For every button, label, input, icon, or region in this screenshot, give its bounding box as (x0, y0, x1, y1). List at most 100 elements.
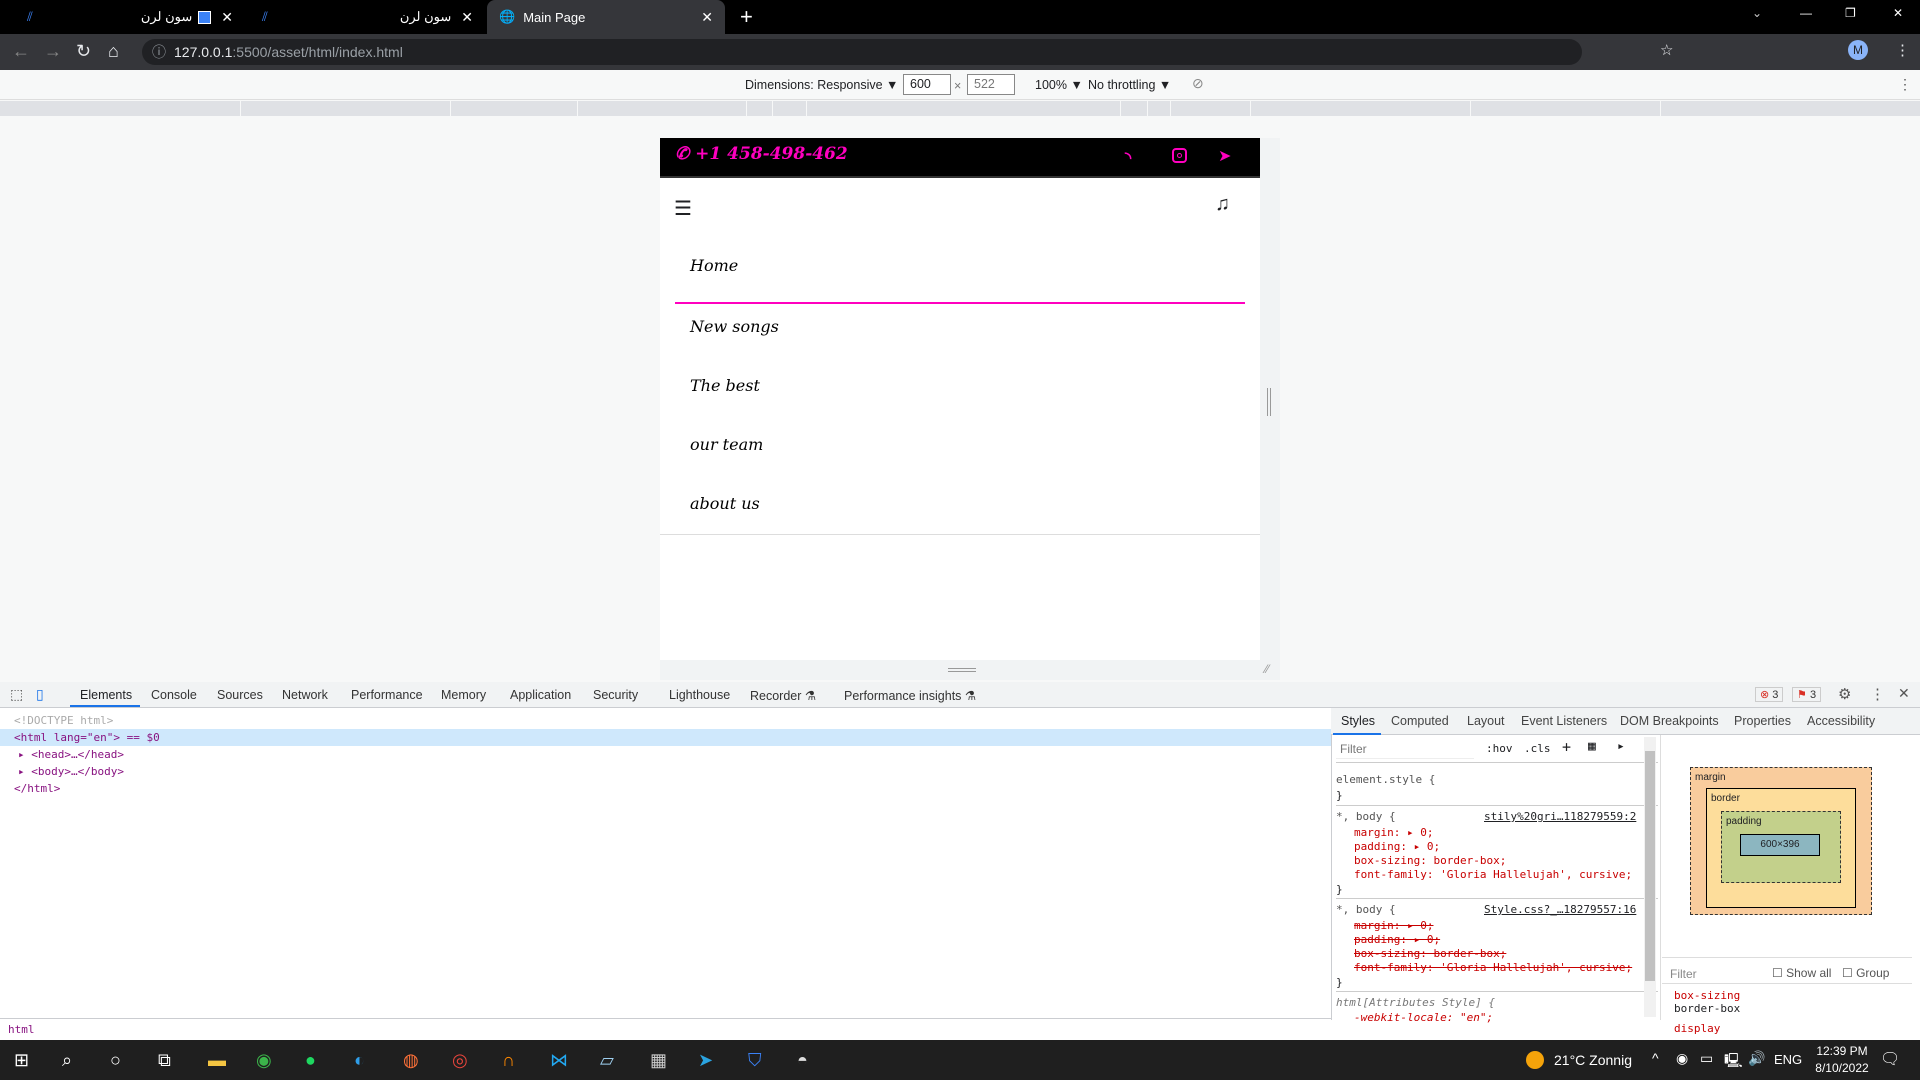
browser-tab-active[interactable]: 🌐 Main Page ✕ (487, 0, 725, 34)
throttling-select[interactable]: No throttling ▼ (1088, 78, 1171, 92)
hamburger-menu-icon[interactable]: ☰ (674, 196, 692, 221)
tab-search-icon[interactable]: ⌄ (1752, 6, 1762, 20)
new-tab-button[interactable]: + (740, 4, 753, 30)
tab-elements[interactable]: Elements (80, 688, 132, 702)
reload-icon[interactable]: ↻ (76, 40, 91, 62)
bookmark-star-icon[interactable]: ☆ (1660, 40, 1673, 62)
edge-icon[interactable]: ◐ (354, 1050, 365, 1071)
nav-home[interactable]: Home (690, 256, 738, 275)
settings-gear-icon[interactable]: ⚙ (1838, 685, 1851, 703)
phone-number[interactable]: ✆ +1 458-498-462 (675, 144, 848, 164)
nav-new-songs[interactable]: New songs (690, 317, 779, 336)
tab-console[interactable]: Console (151, 688, 197, 702)
tab-application[interactable]: Application (510, 688, 571, 702)
record-icon[interactable]: ◉ (1676, 1050, 1688, 1067)
cls-toggle[interactable]: .cls (1524, 742, 1551, 755)
resize-corner-icon[interactable]: ⁄⁄ (1265, 662, 1269, 676)
file-explorer-icon[interactable]: ▬ (208, 1050, 226, 1071)
telegram-icon[interactable]: ➤ (1218, 146, 1231, 166)
error-count-badge[interactable]: ⊗ 3 (1755, 687, 1784, 702)
dom-node-html[interactable]: <html lang="en"> == $0 (14, 729, 160, 746)
zoom-select[interactable]: 100% ▼ (1035, 78, 1083, 92)
calculator-icon[interactable]: ▦ (650, 1050, 667, 1071)
rotate-icon[interactable]: ⊘ (1192, 75, 1204, 92)
breadcrumb-html[interactable]: html (8, 1023, 35, 1036)
language-indicator[interactable]: ENG (1774, 1052, 1802, 1067)
restore-icon[interactable]: ❐ (1845, 6, 1856, 20)
menu-icon[interactable]: ⋮ (1895, 40, 1910, 62)
browser-tab[interactable]: ⫽ سون لرن ✕ (250, 0, 485, 34)
styles-filter-input[interactable]: Filter (1336, 739, 1474, 759)
dom-node-head[interactable]: ▸ <head>…</head> (18, 746, 124, 763)
paint-icon[interactable]: ▦ (1588, 739, 1596, 754)
clock-date[interactable]: 8/10/2022 (1808, 1061, 1876, 1075)
tab-dom-breakpoints[interactable]: DOM Breakpoints (1620, 714, 1719, 728)
tab-computed[interactable]: Computed (1391, 714, 1449, 728)
address-bar[interactable]: ⓘ 127.0.0.1:5500/asset/html/index.html (142, 39, 1582, 65)
app-icon[interactable]: ∩ (502, 1050, 515, 1071)
tab-sources[interactable]: Sources (217, 688, 263, 702)
rule-source-link[interactable]: stily%20gri…118279559:2 (1484, 808, 1636, 825)
tab-styles[interactable]: Styles (1341, 714, 1375, 728)
rss-icon[interactable]: ◝ (1125, 148, 1131, 168)
group-checkbox[interactable]: ☐ Group (1842, 966, 1889, 980)
close-window-icon[interactable]: ✕ (1893, 6, 1903, 20)
camera-icon[interactable]: ▭ (1700, 1050, 1713, 1067)
search-icon[interactable]: ⌕ (62, 1050, 72, 1071)
tab-layout[interactable]: Layout (1467, 714, 1505, 728)
volume-icon[interactable]: 🔊 (1748, 1050, 1765, 1067)
close-tab-icon[interactable]: ✕ (701, 9, 713, 26)
nav-our-team[interactable]: our team (690, 435, 763, 454)
telegram-app-icon[interactable]: ➤ (698, 1050, 713, 1071)
device-toggle-icon[interactable]: ▯ (36, 686, 44, 703)
dom-node-doctype[interactable]: <!DOCTYPE html> (14, 712, 113, 729)
tab-performance-insights[interactable]: Performance insights ⚗ (844, 688, 976, 703)
weather-text[interactable]: 21°C Zonnig (1554, 1052, 1632, 1068)
dimensions-select[interactable]: Dimensions: Responsive ▼ (745, 78, 898, 92)
dom-node-selected[interactable] (0, 729, 1331, 746)
task-view-icon[interactable]: ⧉ (158, 1050, 171, 1071)
hov-toggle[interactable]: :hov (1486, 742, 1513, 755)
tab-performance[interactable]: Performance (351, 688, 423, 702)
show-all-checkbox[interactable]: ☐ Show all (1772, 966, 1831, 980)
close-tab-icon[interactable]: ✕ (461, 9, 473, 26)
width-input[interactable]: 600 (903, 74, 951, 95)
chrome-icon[interactable]: ◎ (452, 1050, 468, 1071)
back-icon[interactable]: ← (12, 40, 30, 62)
new-rule-icon[interactable]: + (1562, 738, 1571, 756)
tray-chevron-icon[interactable]: ^ (1652, 1050, 1659, 1066)
tab-accessibility[interactable]: Accessibility (1807, 714, 1875, 728)
vscode-icon[interactable]: ⋈ (550, 1050, 568, 1071)
rule-source-link[interactable]: Style.css?_…18279557:16 (1484, 901, 1636, 918)
clock-time[interactable]: 12:39 PM (1812, 1044, 1872, 1058)
network-icon[interactable]: 🖳 (1724, 1050, 1743, 1074)
close-devtools-icon[interactable]: ✕ (1898, 685, 1910, 702)
tab-recorder[interactable]: Recorder ⚗ (750, 688, 816, 703)
computed-filter-input[interactable]: Filter (1670, 967, 1697, 981)
shield-app-icon[interactable]: ⛉ (748, 1050, 762, 1071)
resize-handle-bottom[interactable] (948, 668, 976, 672)
edge-dev-icon[interactable]: ◉ (256, 1050, 272, 1071)
more-options-icon[interactable]: ⋮ (1898, 76, 1912, 93)
notifications-icon[interactable]: 🗨 (1880, 1049, 1900, 1069)
app-icon[interactable]: ◓ (797, 1050, 808, 1071)
tab-lighthouse[interactable]: Lighthouse (669, 688, 730, 702)
styles-scrollbar[interactable] (1644, 737, 1656, 1017)
resize-handle-right[interactable] (1267, 388, 1271, 416)
height-input[interactable]: 522 (967, 74, 1015, 95)
home-icon[interactable]: ⌂ (108, 40, 119, 62)
tab-memory[interactable]: Memory (441, 688, 486, 702)
issues-count-badge[interactable]: ⚑ 3 (1792, 687, 1822, 702)
dom-node-body[interactable]: ▸ <body>…</body> (18, 763, 124, 780)
profile-avatar[interactable]: M (1848, 40, 1868, 60)
cortana-icon[interactable]: ○ (110, 1050, 121, 1071)
more-icon[interactable]: ⋮ (1870, 685, 1885, 703)
minimize-icon[interactable]: — (1800, 6, 1812, 20)
music-note-icon[interactable]: ♫ (1215, 193, 1230, 216)
firefox-icon[interactable]: ◍ (403, 1050, 419, 1071)
inspect-element-icon[interactable]: ⬚ (10, 686, 23, 703)
tab-properties[interactable]: Properties (1734, 714, 1791, 728)
sidebar-toggle-icon[interactable]: ▸ (1617, 739, 1625, 754)
nav-the-best[interactable]: The best (690, 376, 760, 395)
forward-icon[interactable]: → (44, 40, 62, 62)
